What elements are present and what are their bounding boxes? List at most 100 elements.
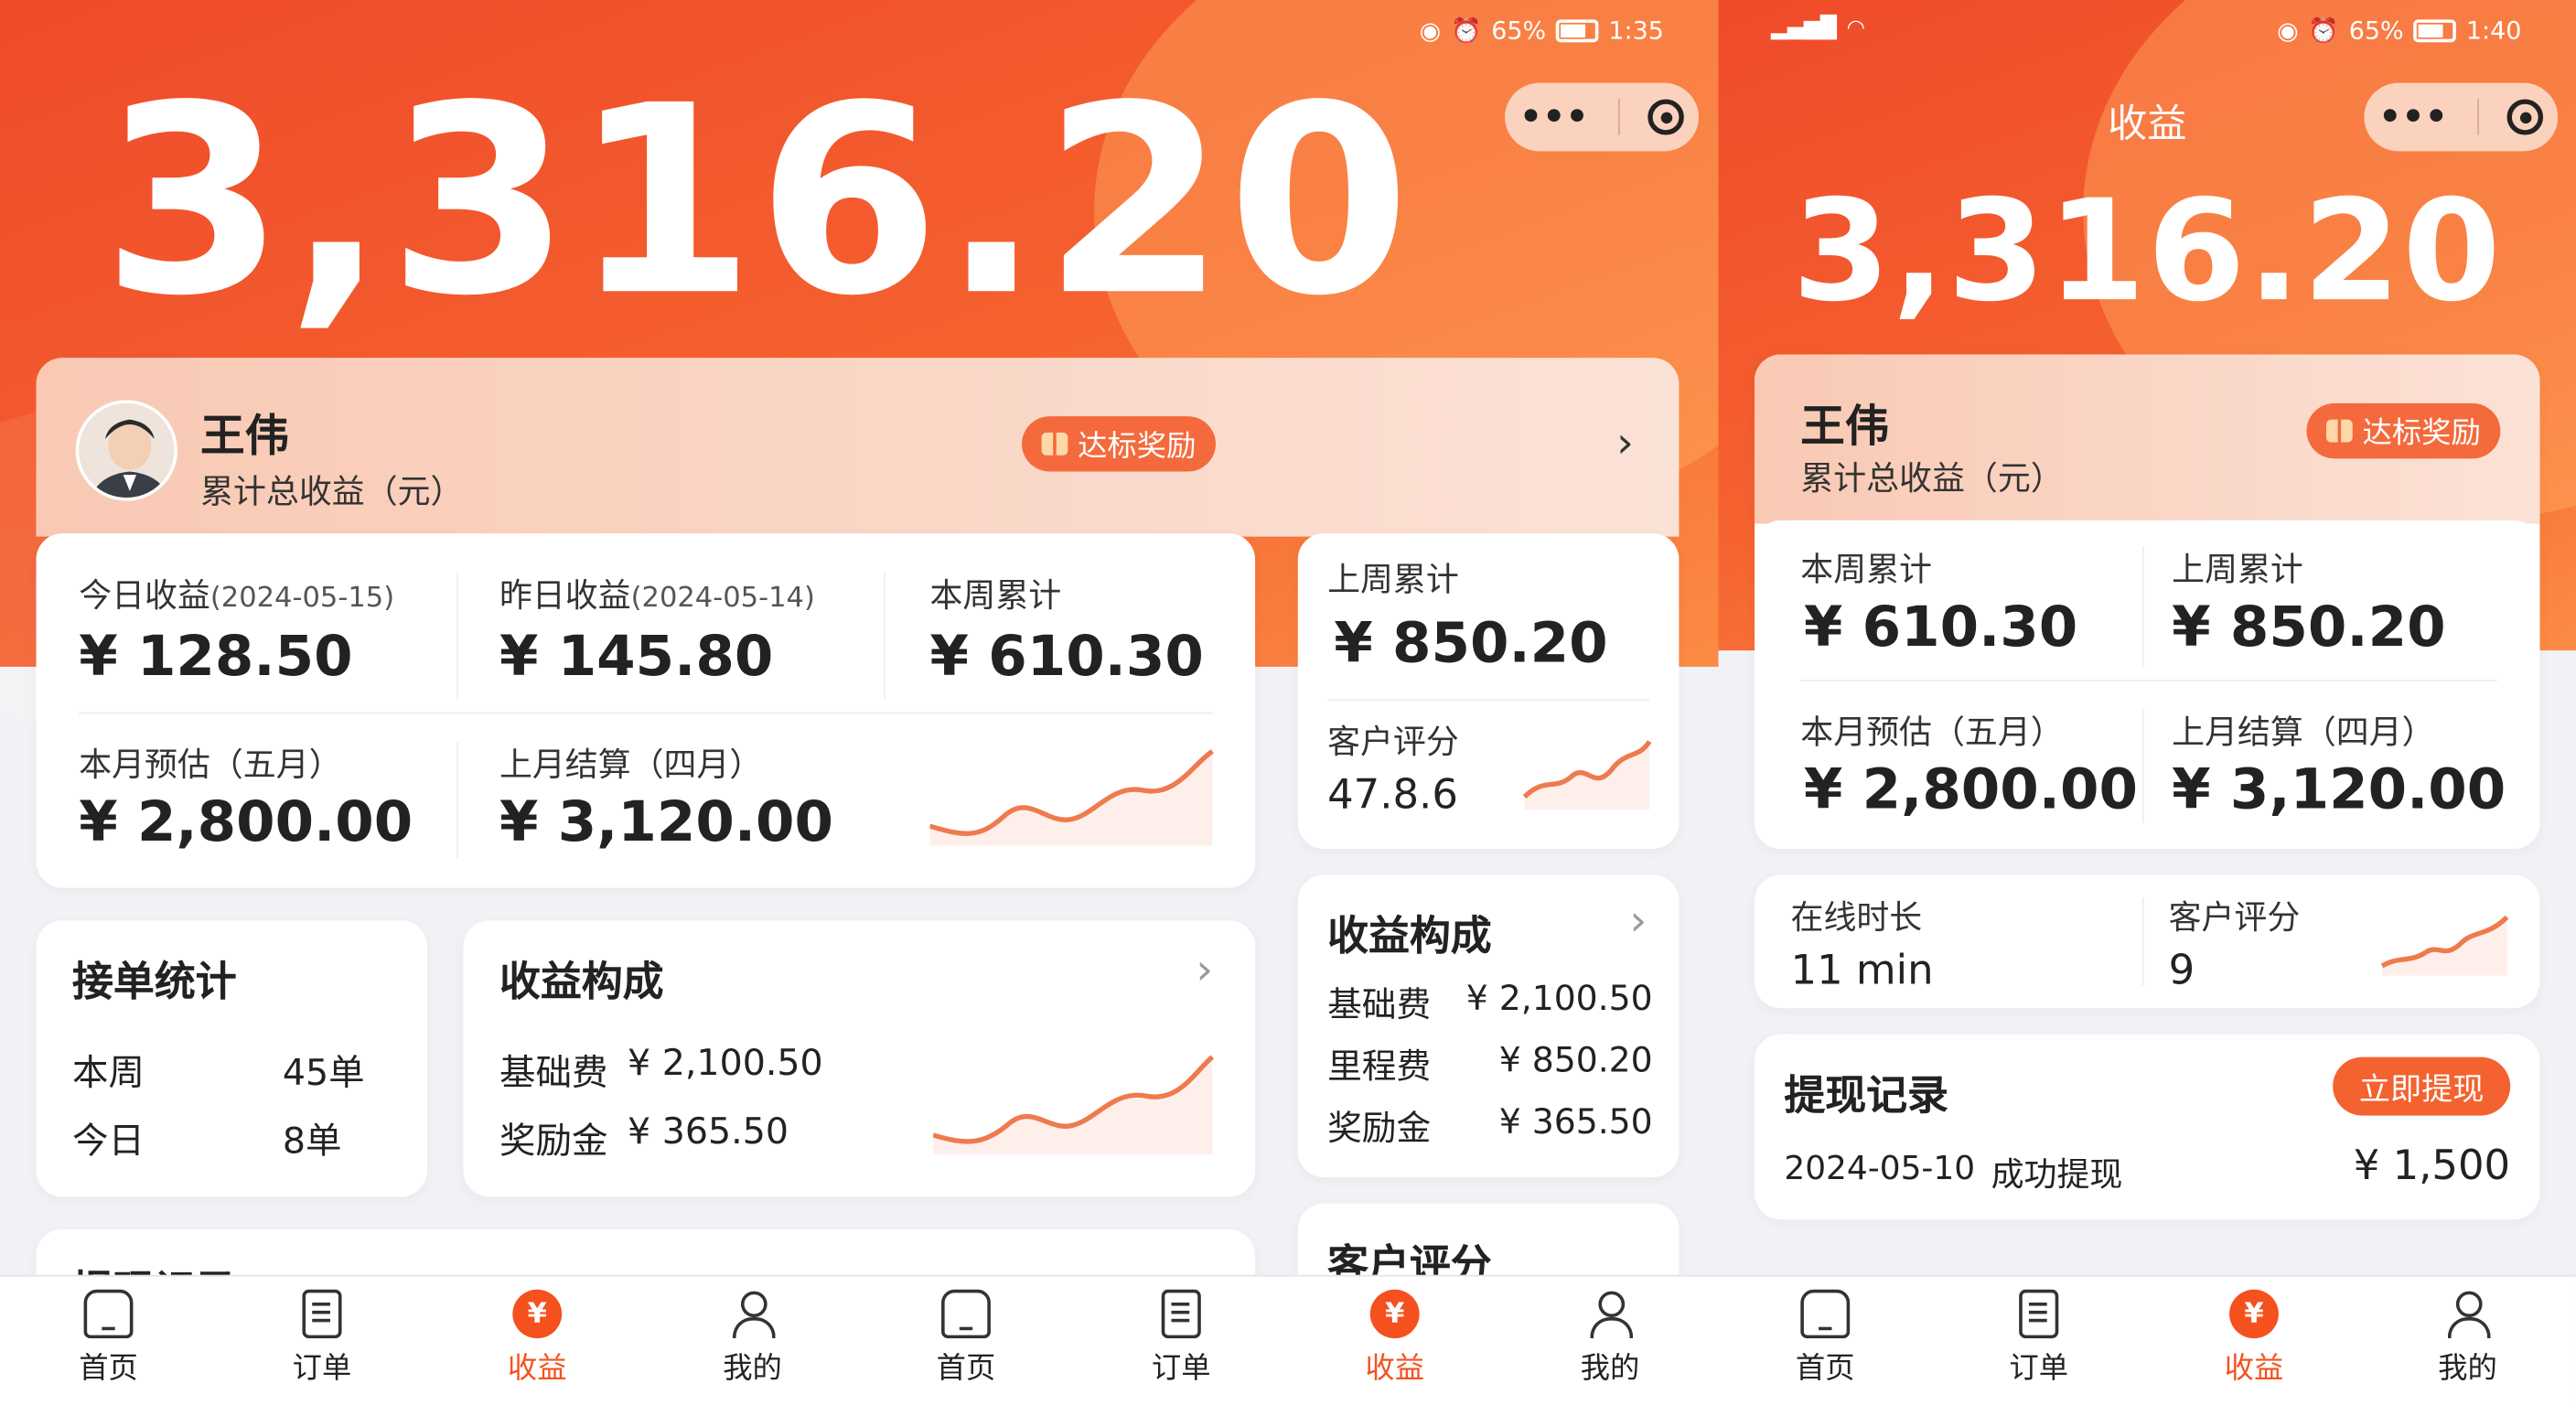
order-icon (302, 1289, 342, 1339)
today-label: 今日收益(2024-05-15) (79, 575, 395, 616)
nav-mine[interactable]: 我的 (2402, 1290, 2534, 1388)
withdraw-now-button[interactable]: 立即提现 (2333, 1056, 2511, 1116)
last-week-label: 上周累计 (2172, 549, 2303, 589)
nav-home[interactable]: 首页 (900, 1289, 1032, 1388)
month-estimate-label: 本月预估（五月） (79, 745, 342, 784)
target-icon[interactable] (1648, 99, 1685, 135)
earnings-stats-card: 今日收益(2024-05-15) ¥ 128.50 昨日收益(2024-05-1… (36, 533, 1256, 888)
yen-icon: ¥ (512, 1289, 563, 1339)
online-time-card: 在线时长 11 min 客户评分 9 (1755, 874, 2540, 1009)
home-icon (941, 1289, 991, 1339)
more-icon[interactable]: ••• (1519, 97, 1589, 137)
order-stats-title: 接单统计 (72, 958, 237, 1005)
nav-earnings[interactable]: ¥ 收益 (2188, 1289, 2320, 1388)
last-week-label: 上周累计 (1327, 559, 1459, 599)
last-week-card: 上周累计 ¥ 850.20 客户评分 47.8.6 (1297, 533, 1680, 850)
today-value: ¥ 128.50 (79, 624, 353, 690)
month-estimate-value: ¥ 2,800.00 (79, 790, 413, 856)
week-value: ¥ 610.30 (1803, 595, 2078, 660)
nav-earnings[interactable]: ¥ 收益 (1329, 1289, 1461, 1388)
online-label: 在线时长 (1790, 897, 1923, 938)
status-bar: ◉ ⏰ 65% 1:35 (1420, 16, 1664, 46)
order-today-value: 8单 (282, 1121, 342, 1164)
trend-sparkline (929, 749, 1214, 846)
clock: 1:35 (1608, 16, 1664, 46)
yen-icon: ¥ (2229, 1289, 2279, 1339)
nav-orders[interactable]: 订单 (256, 1289, 388, 1388)
withdraw-date: 2024-05-10 (1784, 1148, 1976, 1187)
phone-screen-b: ▂▄▆█ ◠ ◉ ⏰ 65% 1:40 收益 ••• 3,316.20 王伟 累… (1718, 0, 2576, 1405)
composition-detail-title: 收益构成 (1327, 912, 1492, 960)
total-earnings: 3,316.20 (102, 48, 1412, 353)
bonus-value: ¥ 365.50 (628, 1112, 789, 1153)
rating-label: 客户评分 (2168, 897, 2301, 938)
alarm-icon: ⏰ (1450, 16, 1482, 46)
eye-icon: ◉ (1419, 16, 1442, 46)
chevron-right-icon[interactable]: › (1196, 947, 1213, 995)
month-estimate-value: ¥ 2,800.00 (1803, 757, 2138, 823)
yen-icon: ¥ (1369, 1289, 1420, 1339)
nav-home[interactable]: 首页 (43, 1289, 175, 1388)
mini-program-capsule: ••• (1505, 82, 1699, 152)
status-bar: ◉ ⏰ 65% 1:40 (2277, 16, 2521, 46)
bonus-label: 奖励金 (499, 1121, 608, 1164)
more-icon[interactable]: ••• (2378, 97, 2448, 137)
chevron-right-icon[interactable]: › (1616, 420, 1634, 468)
week-value: ¥ 610.30 (929, 624, 1204, 690)
battery-percent: 65% (2348, 16, 2404, 46)
user-card[interactable]: 王伟 累计总收益（元） 达标奖励 › (36, 358, 1680, 537)
mileage-value: ¥ 850.20 (1498, 1040, 1653, 1080)
clock: 1:40 (2465, 16, 2522, 46)
nav-home[interactable]: 首页 (1759, 1289, 1891, 1388)
reward-badge[interactable]: 达标奖励 (2306, 402, 2501, 459)
last-month-value: ¥ 3,120.00 (2172, 757, 2506, 823)
composition-detail-card[interactable]: 收益构成 › 基础费 ¥ 2,100.50 里程费 ¥ 850.20 奖励金 ¥… (1297, 874, 1680, 1178)
order-today-label: 今日 (72, 1121, 145, 1164)
last-month-value: ¥ 3,120.00 (499, 790, 834, 856)
user-name: 王伟 (1800, 402, 1890, 453)
mini-program-capsule: ••• (2364, 82, 2559, 152)
eye-icon: ◉ (2277, 16, 2299, 46)
nav-earnings[interactable]: ¥ 收益 (471, 1289, 603, 1388)
withdraw-card: 提现记录 立即提现 2024-05-10 成功提现 ¥ 1,500 (1755, 1034, 2540, 1220)
chevron-right-icon[interactable]: › (1630, 897, 1648, 946)
order-stats-card[interactable]: 接单统计 本周 45单 今日 8单 (36, 920, 427, 1197)
reward-badge-label: 达标奖励 (1078, 429, 1197, 464)
alarm-icon: ⏰ (2308, 16, 2339, 46)
nav-mine[interactable]: 我的 (1544, 1290, 1676, 1388)
total-earnings: 3,316.20 (1791, 170, 2503, 334)
battery-icon (2413, 19, 2457, 43)
user-subtitle: 累计总收益（元） (1800, 458, 2064, 499)
reward-badge-label: 达标奖励 (2362, 416, 2481, 451)
nav-orders[interactable]: 订单 (1973, 1289, 2105, 1388)
signal-icon: ▂▄▆█ (1770, 16, 1837, 41)
bottom-nav: 首页 订单 ¥ 收益 我的 (1718, 1274, 2576, 1405)
month-estimate-label: 本月预估（五月） (1800, 712, 2064, 752)
rating-value: 47.8.6 (1327, 770, 1458, 819)
reward-badge[interactable]: 达标奖励 (1022, 416, 1216, 472)
user-icon (728, 1290, 778, 1339)
gift-icon (1041, 432, 1068, 456)
nav-orders[interactable]: 订单 (1115, 1289, 1247, 1388)
rating-sparkline (1522, 740, 1652, 810)
battery-icon (1555, 19, 1599, 43)
week-label: 本周累计 (1800, 549, 1932, 589)
nav-mine[interactable]: 我的 (687, 1290, 819, 1388)
bonus-label: 奖励金 (1327, 1109, 1432, 1149)
status-bar-left: ▂▄▆█ ◠ (1771, 16, 1865, 41)
yesterday-value: ¥ 145.80 (499, 624, 774, 690)
user-icon (2443, 1290, 2493, 1339)
user-icon (1585, 1290, 1635, 1339)
base-fee-value: ¥ 2,100.50 (628, 1044, 823, 1085)
target-icon[interactable] (2506, 99, 2544, 135)
battery-percent: 65% (1491, 16, 1547, 46)
earnings-composition-card[interactable]: 收益构成 › 基础费 ¥ 2,100.50 奖励金 ¥ 365.50 (463, 920, 1256, 1197)
phone-screen-a: ◉ ⏰ 65% 1:35 ••• 3,316.20 王伟 累计总收益（元） 达标… (0, 0, 1719, 1405)
bottom-nav: 首页 订单 ¥ 收益 我的 首页 订单 ¥ 收益 我的 (0, 1274, 1719, 1405)
home-icon (83, 1289, 134, 1339)
last-month-label: 上月结算（四月） (2172, 712, 2435, 752)
online-value: 11 min (1790, 946, 1934, 994)
composition-title: 收益构成 (499, 958, 664, 1005)
rating-sparkline (2380, 915, 2509, 976)
rating-label: 客户评分 (1327, 722, 1459, 762)
